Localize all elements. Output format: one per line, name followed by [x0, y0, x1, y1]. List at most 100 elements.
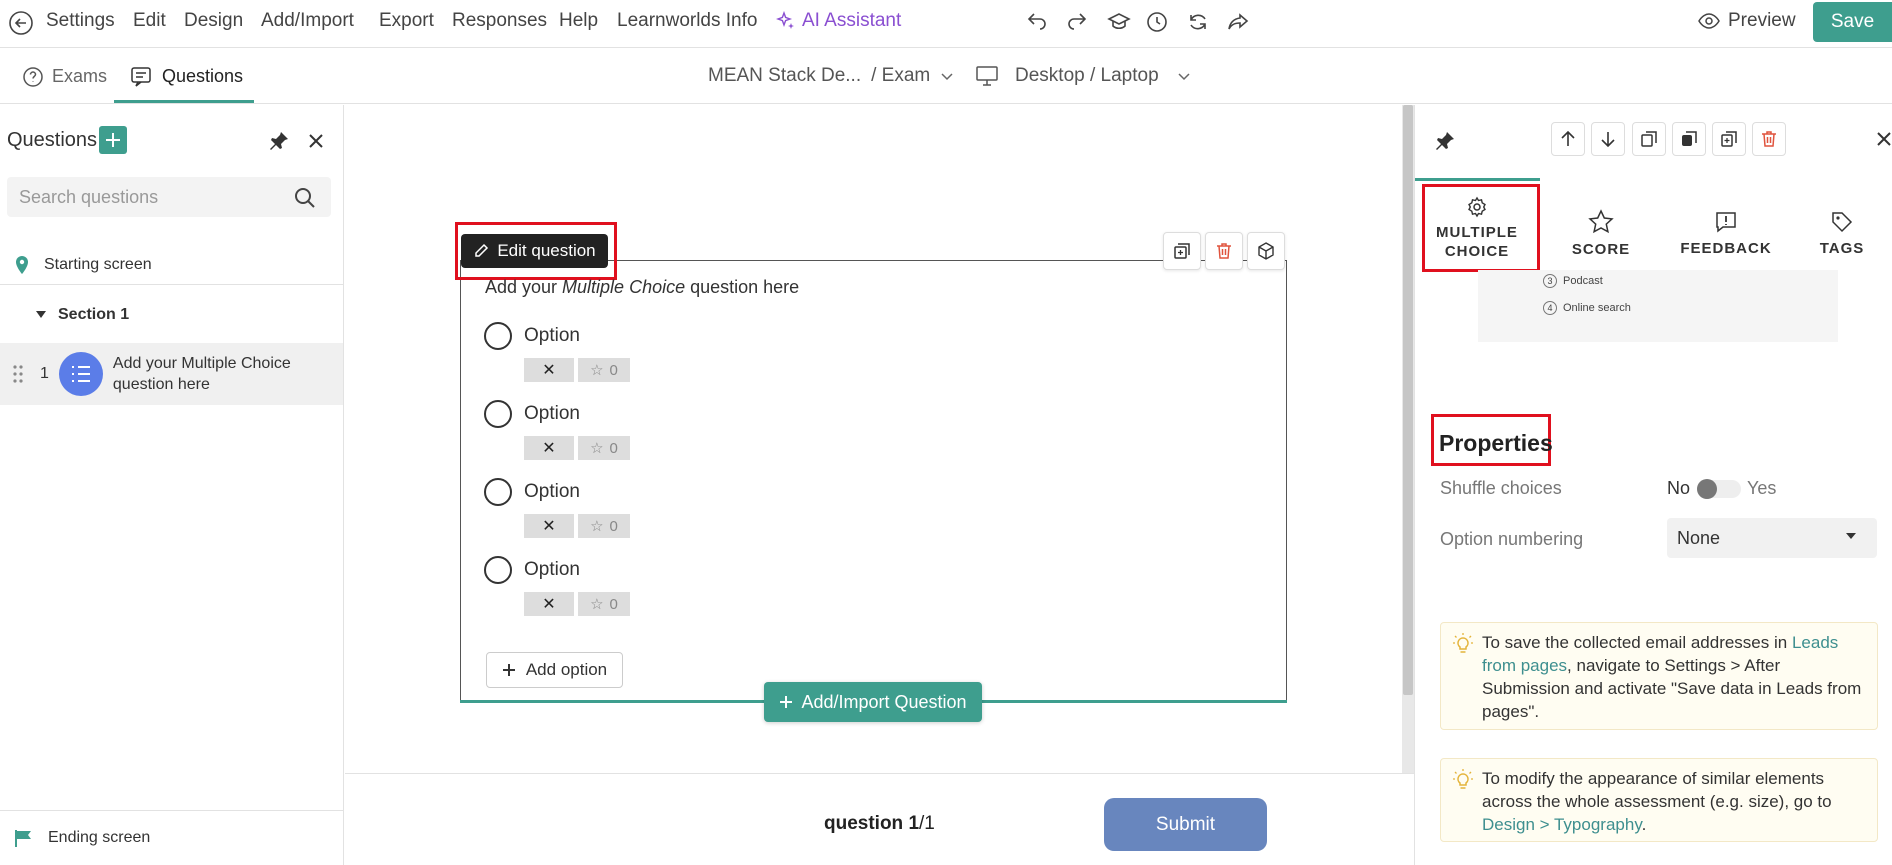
add-import-question-button[interactable]: Add/Import Question	[764, 682, 982, 722]
paste-icon	[1682, 131, 1697, 146]
arrow-up-icon	[1561, 130, 1575, 146]
properties-title: Properties	[1439, 430, 1553, 456]
option-label[interactable]: Option	[524, 559, 580, 581]
paste-button[interactable]	[1672, 122, 1706, 156]
tab-tags[interactable]: TAGS	[1792, 190, 1892, 278]
question-counter: question 1/1	[824, 813, 935, 835]
duplicate-question-button[interactable]	[1163, 232, 1201, 270]
save-to-library-button[interactable]	[1247, 232, 1285, 270]
question-prompt[interactable]: Add your Multiple Choice question here	[485, 277, 799, 298]
copy-button[interactable]	[1632, 122, 1666, 156]
option-radio[interactable]	[484, 556, 512, 584]
delete-question-button[interactable]	[1205, 232, 1243, 270]
graduation-cap-icon[interactable]	[1107, 10, 1131, 34]
close-icon[interactable]	[308, 133, 324, 149]
move-down-button[interactable]	[1591, 122, 1625, 156]
duplicate-icon	[1174, 243, 1190, 259]
question-circle-icon	[23, 66, 43, 87]
arrow-down-icon	[1601, 132, 1615, 148]
question-list-item[interactable]: 1 Add your Multiple Choice question here	[0, 343, 343, 405]
section-item[interactable]: Section 1	[0, 295, 343, 335]
tab-multiple-choice-line1: MULTIPLE	[1436, 224, 1518, 242]
question-type-preview	[1478, 270, 1838, 342]
add-option-button[interactable]: Add option	[486, 652, 623, 688]
prompt-text-after: question here	[685, 277, 800, 297]
location-pin-icon	[16, 255, 28, 274]
canvas-scrollbar-thumb[interactable]	[1403, 105, 1413, 695]
history-clock-icon[interactable]	[1145, 10, 1169, 34]
pin-icon[interactable]	[1434, 130, 1456, 152]
menu-settings[interactable]: Settings	[46, 10, 115, 32]
option-label[interactable]: Option	[524, 481, 580, 503]
menu-export[interactable]: Export	[379, 10, 434, 32]
move-up-button[interactable]	[1551, 122, 1585, 156]
preview-button[interactable]: Preview	[1698, 10, 1796, 32]
back-icon[interactable]	[8, 10, 34, 36]
submit-button[interactable]: Submit	[1104, 798, 1267, 851]
drag-handle-icon[interactable]	[12, 364, 24, 384]
menu-edit[interactable]: Edit	[133, 10, 166, 32]
menu-design[interactable]: Design	[184, 10, 243, 32]
tab-score[interactable]: SCORE	[1541, 190, 1661, 278]
star-icon: ☆	[590, 518, 604, 535]
plus-icon	[106, 133, 120, 147]
add-question-button[interactable]	[99, 126, 127, 154]
menu-help[interactable]: Help	[559, 10, 598, 32]
lightbulb-icon	[1453, 633, 1473, 653]
course-suffix: / Exam	[871, 65, 931, 86]
tab-questions[interactable]: Questions	[126, 49, 247, 104]
question-number: 1	[40, 365, 49, 382]
option-incorrect-button[interactable]: ✕	[524, 592, 574, 616]
option-incorrect-button[interactable]: ✕	[524, 514, 574, 538]
edit-question-button[interactable]: Edit question	[461, 234, 608, 268]
redo-icon[interactable]	[1065, 10, 1089, 34]
preview-item-label: Podcast	[1563, 275, 1603, 287]
option-incorrect-button[interactable]: ✕	[524, 358, 574, 382]
refresh-icon[interactable]	[1186, 10, 1210, 34]
sparkle-icon	[776, 11, 794, 29]
eye-icon	[1698, 13, 1720, 29]
starting-screen-item[interactable]: Starting screen	[0, 245, 343, 285]
tab-feedback[interactable]: FEEDBACK	[1666, 190, 1786, 278]
course-selector[interactable]: MEAN Stack De... / Exam	[708, 65, 954, 87]
question-total: /1	[919, 813, 935, 834]
option-score-button[interactable]: ☆ 0	[578, 592, 630, 616]
option-incorrect-button[interactable]: ✕	[524, 436, 574, 460]
option-score-button[interactable]: ☆ 0	[578, 514, 630, 538]
option-row: Option ✕ ☆ 0	[484, 478, 884, 542]
active-panel-tab-indicator	[1415, 178, 1540, 181]
option-radio[interactable]	[484, 478, 512, 506]
option-label[interactable]: Option	[524, 325, 580, 347]
caret-down-icon[interactable]	[36, 311, 46, 319]
tab-exams[interactable]: Exams	[18, 49, 111, 104]
option-row: Option ✕ ☆ 0	[484, 556, 884, 620]
question-list-title-line2: question here	[112, 376, 210, 393]
option-radio[interactable]	[484, 322, 512, 350]
ending-screen-item[interactable]: Ending screen	[0, 810, 343, 865]
active-tab-indicator	[114, 100, 254, 103]
option-radio[interactable]	[484, 400, 512, 428]
ai-assistant-button[interactable]: AI Assistant	[776, 10, 901, 32]
option-score-button[interactable]: ☆ 0	[578, 436, 630, 460]
close-icon[interactable]	[1877, 132, 1891, 146]
duplicate-icon	[1721, 131, 1737, 147]
shuffle-toggle-knob[interactable]	[1697, 479, 1717, 499]
option-row: Option ✕ ☆ 0	[484, 322, 884, 386]
option-score-button[interactable]: ☆ 0	[578, 358, 630, 382]
share-icon[interactable]	[1226, 10, 1250, 34]
menu-responses[interactable]: Responses	[452, 10, 547, 32]
design-typography-link[interactable]: Design > Typography	[1482, 815, 1642, 834]
device-selector[interactable]: Desktop / Laptop	[975, 65, 1191, 87]
save-button[interactable]: Save	[1813, 2, 1892, 42]
menu-add-import[interactable]: Add/Import	[261, 10, 354, 32]
undo-icon[interactable]	[1025, 10, 1049, 34]
option-label[interactable]: Option	[524, 403, 580, 425]
search-icon[interactable]	[294, 187, 316, 209]
menu-learnworlds-info[interactable]: Learnworlds Info	[617, 10, 757, 32]
search-questions-input[interactable]	[7, 177, 331, 217]
tab-multiple-choice[interactable]: MULTIPLE CHOICE	[1417, 188, 1537, 270]
delete-button[interactable]	[1752, 122, 1786, 156]
duplicate-button[interactable]	[1712, 122, 1746, 156]
pin-icon[interactable]	[268, 130, 290, 152]
trash-icon	[1217, 243, 1231, 259]
